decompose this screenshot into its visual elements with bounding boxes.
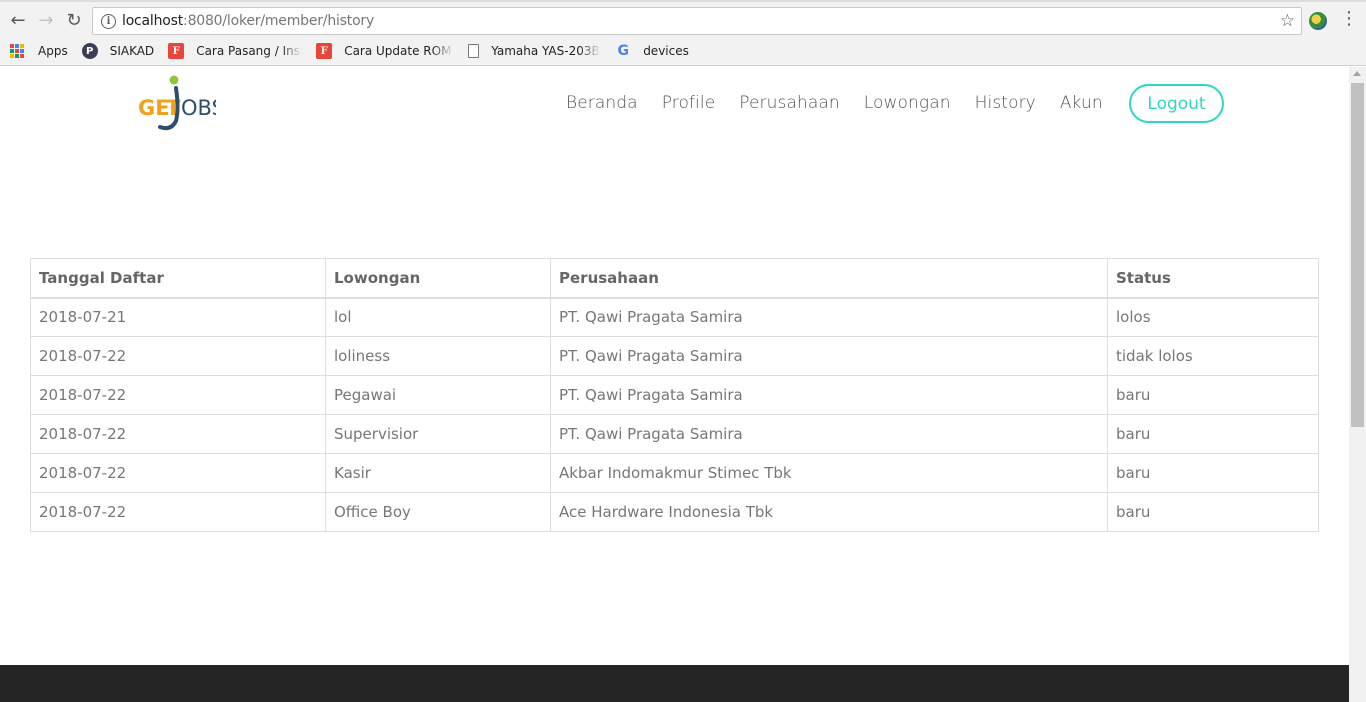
bookmark-label: devices — [643, 44, 689, 58]
bookmark-label: Cara Pasang / Install — [196, 44, 302, 58]
tab-strip — [0, 0, 1366, 2]
cell-status: baru — [1107, 453, 1319, 493]
header-status: Status — [1107, 258, 1319, 299]
cell-lowongan: Supervisior — [325, 414, 551, 454]
cell-status: lolos — [1107, 297, 1319, 337]
cell-perusahaan: PT. Qawi Pragata Samira — [550, 375, 1108, 415]
cell-perusahaan: PT. Qawi Pragata Samira — [550, 297, 1108, 337]
bookmark-devices[interactable]: G devices — [615, 43, 689, 59]
header-lowongan: Lowongan — [325, 258, 551, 299]
table-row: 2018-07-22 Supervisior PT. Qawi Pragata … — [30, 414, 1319, 454]
browser-toolbar: ← → ↻ i localhost:8080/loker/member/hist… — [0, 4, 1366, 36]
cell-perusahaan: Ace Hardware Indonesia Tbk — [550, 492, 1108, 532]
extension-globe-icon[interactable] — [1309, 12, 1327, 30]
table-row: 2018-07-21 lol PT. Qawi Pragata Samira l… — [30, 297, 1319, 337]
url-path: :8080/loker/member/history — [183, 13, 375, 29]
nav-history[interactable]: History — [975, 93, 1036, 113]
document-icon — [468, 44, 480, 58]
page-scrollbar[interactable] — [1349, 67, 1366, 702]
cell-status: baru — [1107, 375, 1319, 415]
cell-perusahaan: PT. Qawi Pragata Samira — [550, 336, 1108, 376]
cell-lowongan: Office Boy — [325, 492, 551, 532]
cell-tanggal: 2018-07-22 — [30, 492, 326, 532]
nav-lowongan[interactable]: Lowongan — [864, 93, 951, 113]
site-navbar: GE T OBS Beranda Profile Perusahaan Lowo… — [0, 67, 1349, 143]
bookmark-yamaha[interactable]: Yamaha YAS-203BL S — [468, 44, 601, 58]
table-row: 2018-07-22 Office Boy Ace Hardware Indon… — [30, 492, 1319, 532]
forward-arrow-icon[interactable]: → — [34, 8, 58, 32]
cell-tanggal: 2018-07-22 — [30, 453, 326, 493]
cell-tanggal: 2018-07-22 — [30, 414, 326, 454]
cell-status: baru — [1107, 414, 1319, 454]
site-info-icon[interactable]: i — [101, 13, 116, 29]
cell-tanggal: 2018-07-22 — [30, 336, 326, 376]
reload-icon[interactable]: ↻ — [62, 8, 86, 32]
nav-perusahaan[interactable]: Perusahaan — [739, 93, 840, 113]
scroll-thumb[interactable] — [1351, 83, 1364, 427]
cell-lowongan: Kasir — [325, 453, 551, 493]
address-url[interactable]: localhost:8080/loker/member/history — [122, 13, 374, 29]
nav-profile[interactable]: Profile — [662, 93, 716, 113]
cell-lowongan: lol — [325, 297, 551, 337]
bookmark-cara-pasang[interactable]: F Cara Pasang / Install — [168, 43, 302, 59]
back-arrow-icon[interactable]: ← — [6, 8, 30, 32]
header-tanggal-daftar: Tanggal Daftar — [30, 258, 326, 299]
flipboard-f-icon: F — [168, 43, 185, 59]
getjobs-logo[interactable]: GE T OBS — [136, 73, 225, 133]
bookmark-label: Cara Update ROM M — [344, 44, 455, 58]
cell-status: baru — [1107, 492, 1319, 532]
google-g-icon: G — [617, 43, 629, 59]
logout-button[interactable]: Logout — [1129, 84, 1224, 123]
cell-tanggal: 2018-07-22 — [30, 375, 326, 415]
cell-lowongan: Pegawai — [325, 375, 551, 415]
bookmark-label: Apps — [38, 44, 68, 58]
address-bar[interactable]: i localhost:8080/loker/member/history ☆ — [92, 7, 1302, 35]
url-host: localhost — [122, 13, 184, 29]
svg-text:GE: GE — [138, 96, 170, 120]
siakad-p-icon: P — [81, 43, 98, 59]
table-row: 2018-07-22 Kasir Akbar Indomakmur Stimec… — [30, 453, 1319, 493]
browser-menu-icon[interactable]: ⋮ — [1340, 10, 1358, 28]
cell-lowongan: loliness — [325, 336, 551, 376]
scroll-up-arrow-icon[interactable] — [1353, 71, 1361, 76]
bookmark-star-icon[interactable]: ☆ — [1280, 11, 1295, 31]
site-footer — [0, 665, 1349, 702]
nav-links: Beranda Profile Perusahaan Lowongan Hist… — [566, 93, 1127, 113]
browser-chrome: ← → ↻ i localhost:8080/loker/member/hist… — [0, 0, 1366, 66]
cell-tanggal: 2018-07-21 — [30, 297, 326, 337]
bookmarks-bar: Apps P SIAKAD F Cara Pasang / Install F … — [0, 38, 1366, 64]
header-perusahaan: Perusahaan — [550, 258, 1108, 299]
cell-perusahaan: PT. Qawi Pragata Samira — [550, 414, 1108, 454]
cell-perusahaan: Akbar Indomakmur Stimec Tbk — [550, 453, 1108, 493]
svg-text:OBS: OBS — [181, 96, 216, 120]
nav-akun[interactable]: Akun — [1060, 93, 1103, 113]
bookmark-cara-update[interactable]: F Cara Update ROM M — [316, 43, 454, 59]
table-header-row: Tanggal Daftar Lowongan Perusahaan Statu… — [30, 258, 1319, 299]
bookmark-label: Yamaha YAS-203BL S — [491, 44, 602, 58]
nav-beranda[interactable]: Beranda — [566, 93, 638, 113]
table-row: 2018-07-22 Pegawai PT. Qawi Pragata Sami… — [30, 375, 1319, 415]
bookmark-label: SIAKAD — [109, 44, 155, 58]
apps-grid-icon — [10, 44, 24, 58]
bookmark-siakad[interactable]: P SIAKAD — [81, 43, 155, 59]
page: GE T OBS Beranda Profile Perusahaan Lowo… — [0, 67, 1349, 702]
bookmark-apps[interactable]: Apps — [10, 44, 68, 58]
flipboard-f-icon: F — [316, 43, 333, 59]
table-row: 2018-07-22 loliness PT. Qawi Pragata Sam… — [30, 336, 1319, 376]
cell-status: tidak lolos — [1107, 336, 1319, 376]
history-table: Tanggal Daftar Lowongan Perusahaan Statu… — [30, 258, 1319, 532]
